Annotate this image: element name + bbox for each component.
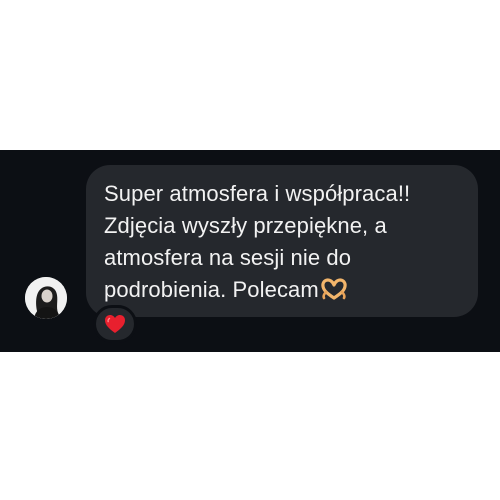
heart-hands-icon [320,277,348,309]
message-bubble[interactable]: Super atmosfera i współpraca!! Zdjęcia w… [86,165,478,317]
red-heart-icon [105,315,125,333]
message-body: Super atmosfera i współpraca!! Zdjęcia w… [104,181,411,302]
chat-panel: Super atmosfera i współpraca!! Zdjęcia w… [0,150,500,352]
avatar-photo [25,277,67,319]
reaction-badge[interactable] [93,305,137,343]
screenshot: Super atmosfera i współpraca!! Zdjęcia w… [0,0,500,500]
avatar[interactable] [25,277,67,319]
message-text: Super atmosfera i współpraca!! Zdjęcia w… [104,178,474,309]
